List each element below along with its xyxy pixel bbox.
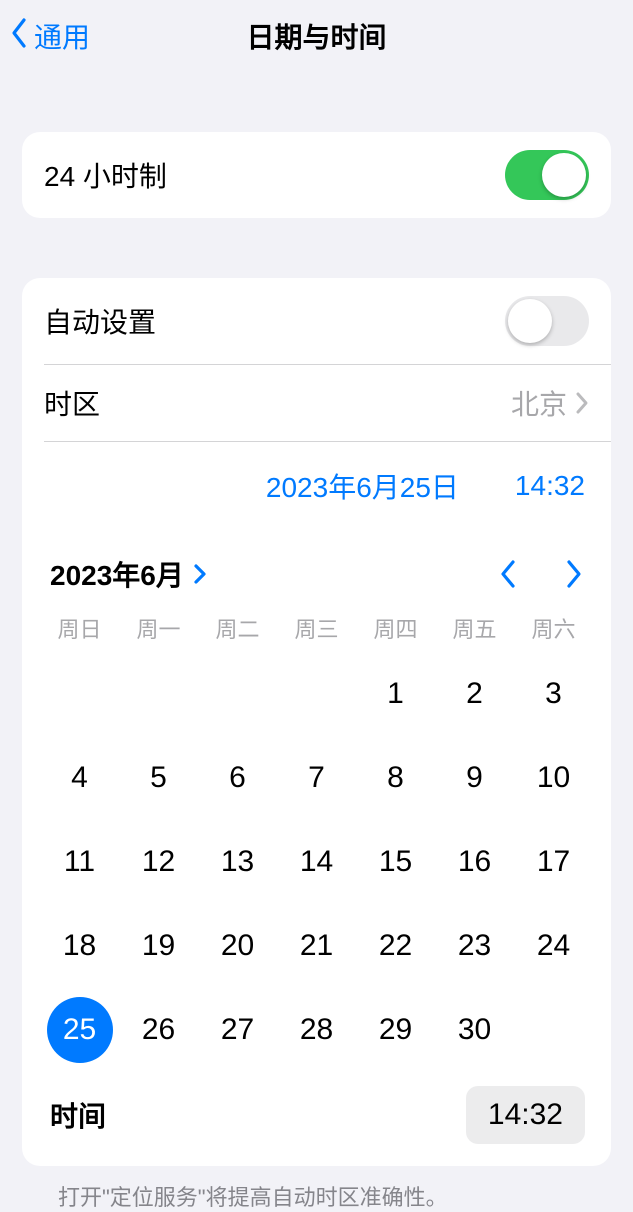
weekday-label: 周四 (356, 612, 435, 644)
selected-time-button[interactable]: 14:32 (515, 470, 585, 502)
toggle-24h[interactable] (505, 150, 589, 200)
row-auto-set: 自动设置 (22, 278, 611, 364)
back-label: 通用 (34, 16, 90, 56)
calendar-day[interactable]: 14 (284, 829, 350, 895)
calendar-day[interactable]: 16 (442, 829, 508, 895)
chevron-right-icon (192, 562, 208, 586)
chevron-left-icon (8, 16, 30, 57)
time-picker-button[interactable]: 14:32 (466, 1086, 585, 1144)
calendar-day[interactable]: 30 (442, 997, 508, 1063)
calendar-day[interactable]: 23 (442, 913, 508, 979)
value-timezone: 北京 (511, 383, 567, 423)
calendar-day[interactable]: 7 (284, 745, 350, 811)
time-label: 时间 (50, 1095, 106, 1135)
calendar-day[interactable]: 13 (205, 829, 271, 895)
weekday-label: 周三 (277, 612, 356, 644)
calendar-day[interactable]: 5 (126, 745, 192, 811)
selected-date-button[interactable]: 2023年6月25日 (266, 466, 459, 506)
back-button[interactable]: 通用 (8, 16, 90, 57)
calendar-day[interactable]: 29 (363, 997, 429, 1063)
calendar-day[interactable]: 11 (47, 829, 113, 895)
weekday-label: 周日 (40, 612, 119, 644)
calendar-day[interactable]: 6 (205, 745, 271, 811)
calendar-month-button[interactable]: 2023年6月 (50, 554, 208, 594)
row-24h: 24 小时制 (22, 132, 611, 218)
calendar-day[interactable]: 20 (205, 913, 271, 979)
calendar-day[interactable]: 18 (47, 913, 113, 979)
calendar-day[interactable]: 19 (126, 913, 192, 979)
calendar-prev-button[interactable] (497, 558, 519, 590)
weekday-label: 周二 (198, 612, 277, 644)
weekday-label: 周六 (514, 612, 593, 644)
calendar-day[interactable]: 15 (363, 829, 429, 895)
label-timezone: 时区 (44, 383, 100, 423)
calendar-day[interactable]: 4 (47, 745, 113, 811)
calendar-day[interactable]: 17 (521, 829, 587, 895)
calendar-day[interactable]: 10 (521, 745, 587, 811)
calendar-day[interactable]: 1 (363, 661, 429, 727)
calendar-day[interactable]: 28 (284, 997, 350, 1063)
page-title: 日期与时间 (0, 16, 633, 56)
calendar-day[interactable]: 26 (126, 997, 192, 1063)
label-auto-set: 自动设置 (44, 301, 156, 341)
calendar-next-button[interactable] (563, 558, 585, 590)
weekday-label: 周五 (435, 612, 514, 644)
row-timezone[interactable]: 时区 北京 (44, 364, 611, 441)
chevron-right-icon (575, 391, 589, 415)
calendar-day[interactable]: 21 (284, 913, 350, 979)
calendar-day[interactable]: 8 (363, 745, 429, 811)
calendar-day[interactable]: 9 (442, 745, 508, 811)
calendar-month-label: 2023年6月 (50, 554, 184, 594)
calendar-day[interactable]: 25 (47, 997, 113, 1063)
calendar-day[interactable]: 27 (205, 997, 271, 1063)
label-24h: 24 小时制 (44, 155, 167, 195)
calendar-day[interactable]: 2 (442, 661, 508, 727)
toggle-auto-set[interactable] (505, 296, 589, 346)
weekday-label: 周一 (119, 612, 198, 644)
calendar-day[interactable]: 3 (521, 661, 587, 727)
footnote: 打开"定位服务"将提高自动时区准确性。 (22, 1166, 611, 1212)
calendar-day[interactable]: 24 (521, 913, 587, 979)
calendar-day[interactable]: 22 (363, 913, 429, 979)
calendar-day[interactable]: 12 (126, 829, 192, 895)
